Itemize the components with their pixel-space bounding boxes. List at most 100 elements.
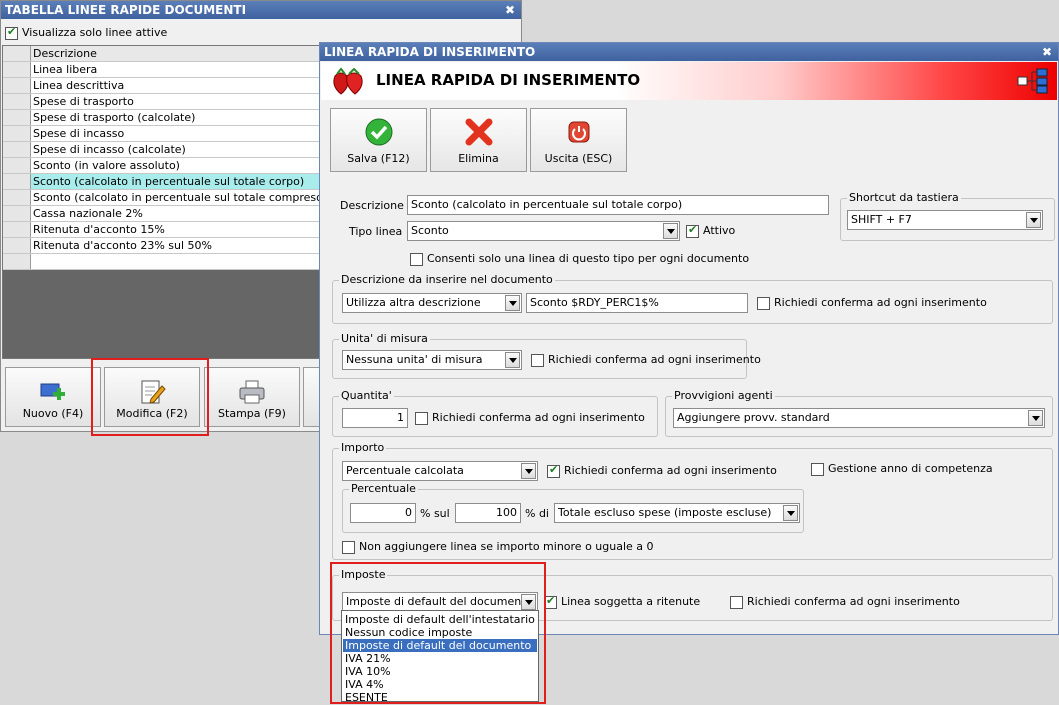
- edit-button[interactable]: Modifica (F2): [104, 367, 200, 427]
- description-label: Descrizione :: [340, 199, 412, 212]
- close-icon[interactable]: ✖: [505, 1, 515, 19]
- doc-description-confirm-checkbox[interactable]: Richiedi conferma ad ogni inserimento: [757, 296, 987, 310]
- close-icon[interactable]: ✖: [1042, 43, 1052, 61]
- dropdown-option[interactable]: Nessun codice imposte: [343, 626, 537, 639]
- new-button-label: Nuovo (F4): [22, 407, 84, 420]
- taxes-select[interactable]: Imposte di default del documento: [342, 592, 538, 612]
- exit-button-label: Uscita (ESC): [544, 152, 613, 165]
- active-checkbox[interactable]: Attivo: [686, 223, 735, 238]
- table-row[interactable]: Spese di incasso (calcolate): [3, 142, 321, 158]
- percentage-title: Percentuale: [349, 482, 418, 495]
- delete-button[interactable]: Elimina: [430, 108, 527, 172]
- competence-year-checkbox[interactable]: Gestione anno di competenza: [811, 462, 993, 476]
- chevron-down-icon[interactable]: [521, 594, 536, 610]
- table-row[interactable]: Linea libera: [3, 62, 321, 78]
- agents-value: Aggiungere provv. standard: [677, 411, 830, 424]
- table-row[interactable]: Linea descrittiva: [3, 78, 321, 94]
- delete-button-label: Elimina: [458, 152, 499, 165]
- active-only-checkbox[interactable]: Visualizza solo linee attive: [5, 25, 168, 40]
- percentage-di-label: % di: [525, 507, 549, 520]
- more-button[interactable]: [303, 367, 320, 427]
- dropdown-option[interactable]: IVA 21%: [343, 652, 537, 665]
- quantity-confirm-checkbox[interactable]: Richiedi conferma ad ogni inserimento: [415, 411, 645, 425]
- line-type-select[interactable]: Sconto: [407, 221, 680, 241]
- base-input[interactable]: 100: [455, 503, 521, 523]
- quantity-title: Quantita': [339, 389, 394, 402]
- amount-confirm-checkbox[interactable]: Richiedi conferma ad ogni inserimento: [547, 463, 777, 478]
- taxes-confirm-checkbox[interactable]: Richiedi conferma ad ogni inserimento: [730, 595, 960, 609]
- one-line-checkbox[interactable]: Consenti solo una linea di questo tipo p…: [410, 252, 749, 266]
- chevron-down-icon[interactable]: [663, 223, 678, 239]
- table-row[interactable]: Spese di incasso: [3, 126, 321, 142]
- save-button[interactable]: Salva (F12): [330, 108, 427, 172]
- description-input[interactable]: Sconto (calcolato in percentuale sul tot…: [407, 195, 829, 215]
- dropdown-option[interactable]: Imposte di default dell'intestatario: [343, 613, 537, 626]
- doc-description-mode-select[interactable]: Utilizza altra descrizione: [342, 293, 522, 313]
- table-row[interactable]: Spese di trasporto (calcolate): [3, 110, 321, 126]
- shortcut-group: Shortcut da tastiera SHIFT + F7: [840, 191, 1055, 241]
- checkmark-icon: [365, 118, 392, 146]
- dropdown-option[interactable]: IVA 10%: [343, 665, 537, 678]
- exit-button[interactable]: Uscita (ESC): [530, 108, 627, 172]
- table-row[interactable]: Ritenuta d'acconto 15%: [3, 222, 321, 238]
- checkbox-icon: [811, 462, 824, 476]
- withholding-checkbox[interactable]: Linea soggetta a ritenute: [544, 594, 700, 609]
- amount-mode-select[interactable]: Percentuale calcolata: [342, 461, 538, 481]
- dropdown-option[interactable]: IVA 4%: [343, 678, 537, 691]
- table-row-selected[interactable]: Sconto (calcolato in percentuale sul tot…: [3, 174, 321, 190]
- table-row[interactable]: Spese di trasporto: [3, 94, 321, 110]
- print-button-label: Stampa (F9): [218, 407, 286, 420]
- doc-description-group: Descrizione da inserire nel documento Ut…: [332, 273, 1053, 324]
- quantity-input[interactable]: 1: [342, 408, 408, 428]
- base-mode-select[interactable]: Totale escluso spese (imposte escluse): [554, 503, 800, 523]
- delete-x-icon: [465, 118, 492, 146]
- table-row[interactable]: Sconto (in valore assoluto): [3, 158, 321, 174]
- checkbox-icon: [342, 540, 355, 554]
- doc-description-text-input[interactable]: Sconto $RDY_PERC1$%: [526, 293, 748, 313]
- table-row[interactable]: Sconto (calcolato in percentuale sul tot…: [3, 190, 321, 206]
- chevron-down-icon[interactable]: [783, 505, 798, 521]
- new-button[interactable]: Nuovo (F4): [5, 367, 101, 427]
- dropdown-option-highlighted[interactable]: Imposte di default del documento: [343, 639, 537, 652]
- table-row[interactable]: Ritenuta d'acconto 23% sul 50%: [3, 238, 321, 254]
- checkbox-checked-icon: [544, 594, 557, 609]
- quantity-group: Quantita' 1 Richiedi conferma ad ogni in…: [332, 389, 658, 437]
- grid-header: Descrizione: [3, 46, 321, 62]
- dialog-banner: LINEA RAPIDA DI INSERIMENTO: [321, 62, 1057, 100]
- taxes-dropdown-list[interactable]: Imposte di default dell'intestatario Nes…: [341, 610, 539, 702]
- shortcut-title: Shortcut da tastiera: [847, 191, 961, 204]
- checkbox-checked-icon: [547, 463, 560, 478]
- chevron-down-icon[interactable]: [521, 463, 536, 479]
- chevron-down-icon[interactable]: [1028, 410, 1043, 426]
- quick-line-dialog: LINEA RAPIDA DI INSERIMENTO ✖ LINEA RAPI…: [319, 42, 1059, 635]
- uom-title: Unita' di misura: [339, 332, 430, 345]
- checkbox-icon: [410, 252, 423, 266]
- table-row-empty[interactable]: [3, 254, 321, 270]
- taxes-value: Imposte di default del documento: [346, 595, 533, 608]
- lines-table-title: TABELLA LINEE RAPIDE DOCUMENTI: [5, 3, 247, 17]
- sitemap-icon: [1017, 68, 1048, 94]
- amount-title: Importo: [339, 441, 387, 454]
- doc-description-mode: Utilizza altra descrizione: [346, 296, 481, 309]
- shortcut-select[interactable]: SHIFT + F7: [847, 210, 1043, 230]
- uom-select[interactable]: Nessuna unita' di misura: [342, 350, 522, 370]
- checkbox-checked-icon: [5, 25, 18, 40]
- chevron-down-icon[interactable]: [505, 295, 520, 311]
- checkbox-icon: [415, 411, 428, 425]
- print-button[interactable]: Stampa (F9): [204, 367, 300, 427]
- dropdown-option[interactable]: ESENTE: [343, 691, 537, 701]
- lines-table-titlebar: TABELLA LINEE RAPIDE DOCUMENTI ✖: [1, 1, 521, 19]
- agents-select[interactable]: Aggiungere provv. standard: [673, 408, 1045, 428]
- uom-confirm-checkbox[interactable]: Richiedi conferma ad ogni inserimento: [531, 353, 761, 367]
- grid-header-description: Descrizione: [33, 47, 97, 60]
- active-only-label: Visualizza solo linee attive: [22, 26, 168, 39]
- skip-zero-checkbox[interactable]: Non aggiungere linea se importo minore o…: [342, 540, 654, 554]
- chevron-down-icon[interactable]: [505, 352, 520, 368]
- percentage-input[interactable]: 0: [350, 503, 416, 523]
- agents-title: Provvigioni agenti: [672, 389, 775, 402]
- chevron-down-icon[interactable]: [1026, 212, 1041, 228]
- edit-document-icon: [141, 380, 166, 404]
- uom-value: Nessuna unita' di misura: [346, 353, 483, 366]
- table-row[interactable]: Cassa nazionale 2%: [3, 206, 321, 222]
- lines-grid[interactable]: Descrizione Linea libera Linea descritti…: [2, 45, 322, 359]
